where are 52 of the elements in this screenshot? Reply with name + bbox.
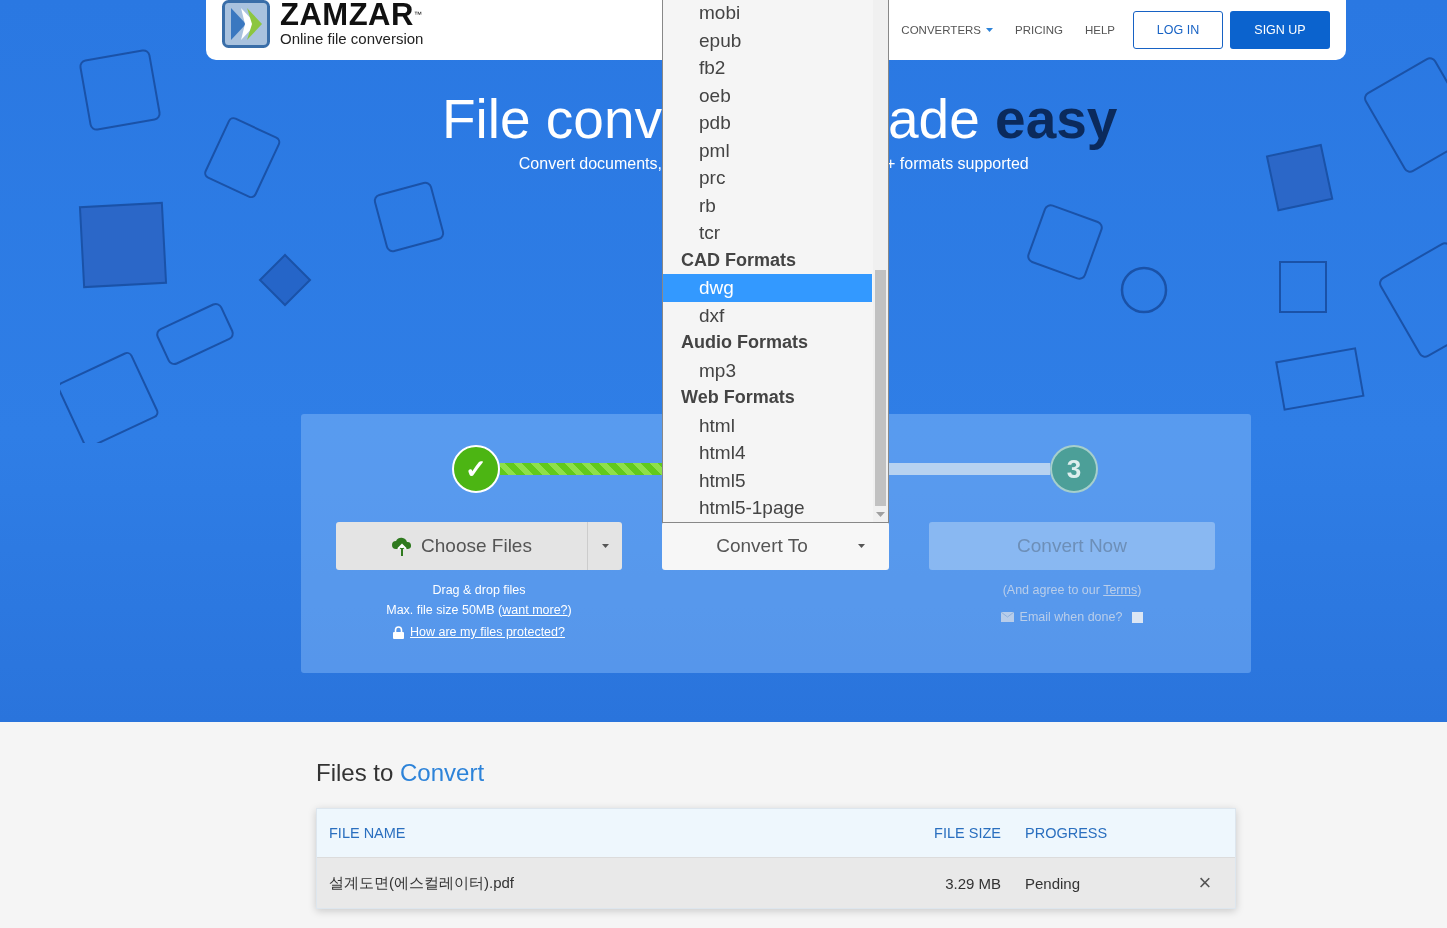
caret-icon [986, 28, 994, 32]
file-size-hint: Max. file size 50MB (want more?) [386, 602, 572, 618]
caret-icon [601, 544, 609, 548]
email-label: Email when done? [1019, 610, 1123, 624]
scrollbar[interactable] [873, 0, 888, 522]
remove-button[interactable]: × [1198, 870, 1212, 896]
caret-icon [857, 544, 865, 548]
step-marker: ✓ [452, 445, 500, 493]
hero-title: File conv [441, 87, 662, 152]
menu-option[interactable]: mp3 [663, 356, 872, 384]
menu-option[interactable]: pdb [663, 109, 872, 137]
column-header: FILE SIZE [933, 825, 1002, 841]
menu-option[interactable]: fb2 [663, 54, 872, 82]
brand-name: ZAMZAR™ [280, 0, 424, 30]
menu-option[interactable]: html5-1page [663, 494, 872, 522]
section-title: Files to Convert [316, 758, 486, 788]
convert-to-dropdown[interactable]: Convert To [662, 522, 889, 570]
menu-group-label: CAD Formats [680, 248, 797, 272]
menu-option[interactable]: tcr [663, 219, 872, 247]
upload-hint: Drag & drop files [432, 582, 526, 598]
step-marker: 3 [1050, 445, 1098, 493]
terms-note: (And agree to our Terms) [1002, 582, 1142, 598]
hero-subtitle: Convert documents, [518, 154, 662, 174]
menu-group-label: Audio Formats [680, 331, 809, 354]
column-header: FILE NAME [328, 825, 407, 841]
scroll-down-icon[interactable] [876, 512, 885, 518]
tagline: Online file conversion [280, 30, 424, 48]
menu-option[interactable]: html [663, 411, 872, 439]
menu-option[interactable]: html5 [663, 466, 872, 494]
sign-up-button[interactable]: SIGN UP [1230, 11, 1330, 49]
menu-option[interactable]: mobi [663, 0, 872, 27]
menu-option[interactable]: oeb [663, 81, 872, 109]
envelope-icon [1000, 612, 1014, 622]
menu-group-label: Web Formats [680, 386, 796, 409]
column-header: PROGRESS [1025, 825, 1109, 841]
menu-option[interactable]: pml [663, 136, 872, 164]
progress-cell-text: Pending [1025, 874, 1082, 892]
menu-option[interactable]: dxf [663, 301, 872, 329]
file-size-cell-text: 3.29 MB [944, 874, 1002, 892]
menu-option[interactable]: epub [663, 26, 872, 54]
nav-link[interactable]: HELP [1084, 24, 1115, 36]
log-in-button[interactable]: LOG IN [1133, 11, 1223, 49]
file-name-cell-text: 설계도면(에스컬레이터).pdf [328, 873, 515, 893]
cloud-upload-icon [391, 536, 414, 556]
nav-link[interactable]: PRICING [1015, 24, 1063, 36]
menu-option[interactable]: prc [663, 164, 872, 192]
menu-option[interactable]: html4 [663, 439, 872, 467]
nav-link[interactable]: CONVERTERS [901, 24, 994, 36]
choose-files-button[interactable]: Choose Files [336, 522, 622, 570]
menu-option[interactable]: rb [663, 191, 872, 219]
lock-icon [393, 625, 405, 639]
hero-title: ade easy [888, 87, 1119, 152]
